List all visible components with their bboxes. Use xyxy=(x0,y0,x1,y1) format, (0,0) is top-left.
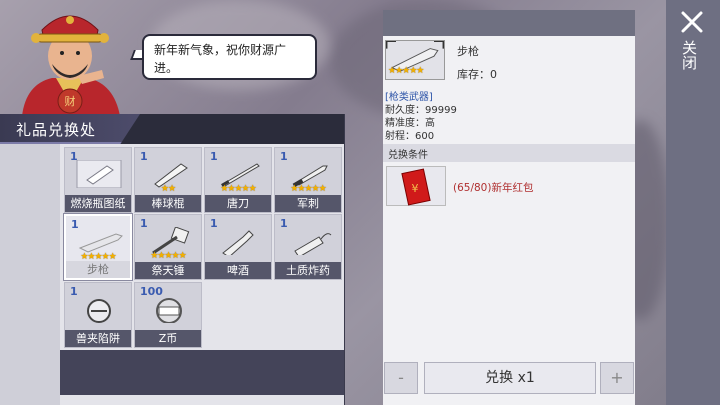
panel-divider xyxy=(344,114,345,405)
explosive-icon xyxy=(294,233,332,255)
condition-text: (65/80)新年红包 xyxy=(453,182,534,194)
detail-stock: 库存：0 xyxy=(457,68,497,81)
shop-side-strip xyxy=(0,144,60,405)
close-icon[interactable] xyxy=(678,8,706,36)
detail-header xyxy=(383,10,635,36)
item-slot-8[interactable]: 1 土质炸药 xyxy=(274,214,342,280)
item-name: Z币 xyxy=(135,330,201,347)
item-stars: ★★ xyxy=(160,184,176,194)
item-name: 兽夹陷阱 xyxy=(65,330,131,347)
item-slot-5[interactable]: 1 ★★★★★ 步枪 xyxy=(64,214,132,280)
item-slot-10[interactable]: 100 Z币 xyxy=(134,282,202,348)
detail-stars: ★★★★★ xyxy=(388,66,424,76)
blueprint-icon xyxy=(76,160,122,188)
detail-range: 射程：600 xyxy=(385,131,435,142)
coin-symbol: ¥ xyxy=(412,182,419,195)
npc-portrait: 财 xyxy=(22,15,120,116)
item-name: 棒球棍 xyxy=(135,195,201,212)
item-name: 唐刀 xyxy=(205,195,271,212)
coin-icon xyxy=(156,298,182,323)
item-slot-1[interactable]: 1 燃烧瓶图纸 xyxy=(64,147,132,213)
npc-dialogue: 新年新气象，祝你财源广进。 xyxy=(142,34,317,80)
increase-button[interactable]: + xyxy=(600,362,634,394)
item-name: 燃烧瓶图纸 xyxy=(65,195,131,212)
item-name: 祭天锤 xyxy=(135,262,201,279)
red-envelope-icon: ¥ xyxy=(401,168,431,206)
exchange-button[interactable]: 兑换 x1 xyxy=(424,362,596,394)
red-envelope-slot: ¥ xyxy=(386,166,446,206)
item-name: 土质炸药 xyxy=(275,262,341,279)
item-stars: ★★★★★ xyxy=(290,184,326,194)
beer-bottle-icon xyxy=(222,230,254,255)
condition-label: 兑换条件 xyxy=(388,150,428,161)
item-slot-4[interactable]: 1 ★★★★★ 军刺 xyxy=(274,147,342,213)
svg-text:财: 财 xyxy=(65,94,76,108)
item-slot-3[interactable]: 1 ★★★★★ 唐刀 xyxy=(204,147,272,213)
item-name: 啤酒 xyxy=(205,262,271,279)
item-stars: ★★★★★ xyxy=(150,251,186,261)
item-name: 军刺 xyxy=(275,195,341,212)
trap-icon xyxy=(87,299,111,323)
item-slot-2[interactable]: 1 ★★ 棒球棍 xyxy=(134,147,202,213)
item-name: 步枪 xyxy=(66,261,130,278)
detail-item-name: 步枪 xyxy=(457,45,479,58)
shop-title: 礼品兑换处 xyxy=(16,121,97,139)
close-label[interactable]: 关闭 xyxy=(680,40,700,70)
item-slot-7[interactable]: 1 啤酒 xyxy=(204,214,272,280)
grid-footer xyxy=(60,350,345,395)
item-slot-6[interactable]: 1 ★★★★★ 祭天锤 xyxy=(134,214,202,280)
decrease-button[interactable]: - xyxy=(384,362,418,394)
item-stars: ★★★★★ xyxy=(220,184,256,194)
item-slot-9[interactable]: 1 兽夹陷阱 xyxy=(64,282,132,348)
